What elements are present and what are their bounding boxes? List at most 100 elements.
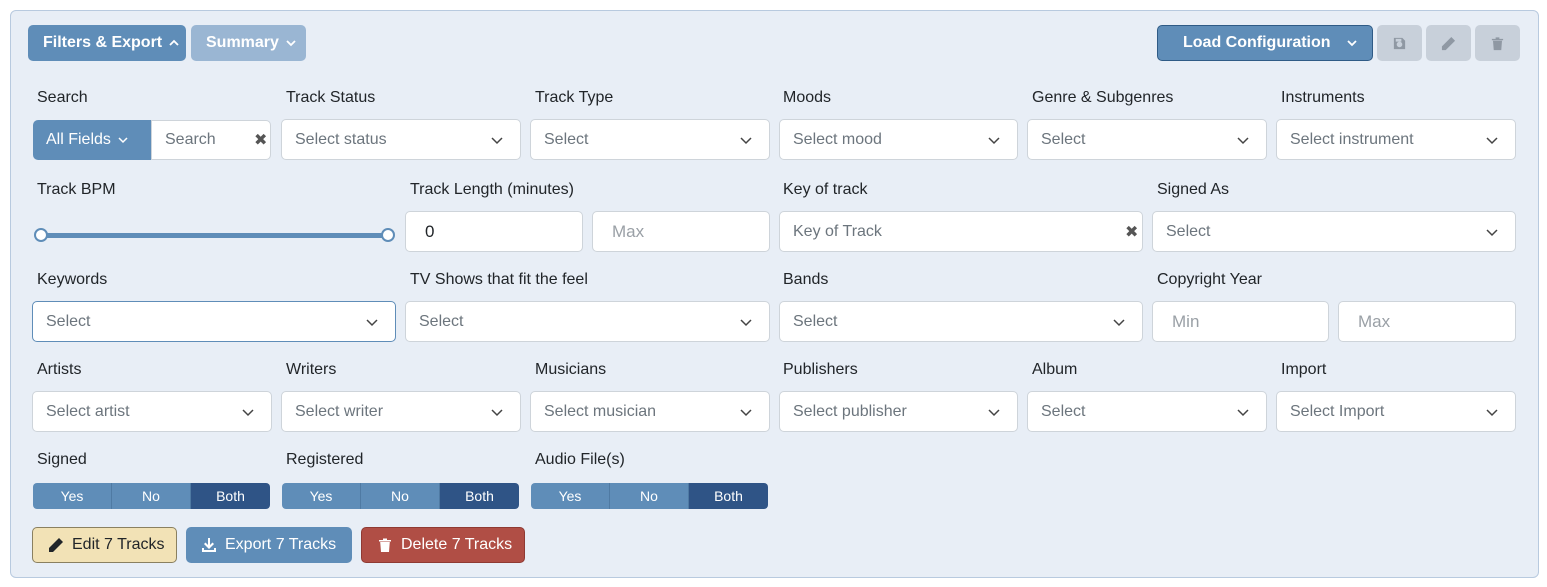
album-label: Album <box>1032 361 1078 378</box>
import-placeholder: Select Import <box>1290 402 1385 420</box>
save-configuration-button[interactable] <box>1377 25 1422 61</box>
chevron-down-icon <box>286 40 296 47</box>
key-label: Key of track <box>783 181 868 198</box>
copyright-min-input[interactable]: Min <box>1152 301 1329 342</box>
tv-shows-placeholder: Select <box>419 312 464 330</box>
registered-both-option[interactable]: Both <box>440 483 519 509</box>
instruments-select[interactable]: Select instrument <box>1276 119 1516 160</box>
artists-placeholder: Select artist <box>46 402 130 420</box>
keywords-placeholder: Select <box>46 312 91 330</box>
edit-configuration-button[interactable] <box>1426 25 1471 61</box>
registered-toggle-group: Yes No Both <box>282 483 519 509</box>
signed-no-option[interactable]: No <box>112 483 191 509</box>
instruments-placeholder: Select instrument <box>1290 130 1414 148</box>
import-select[interactable]: Select Import <box>1276 391 1516 432</box>
signed-both-option[interactable]: Both <box>191 483 270 509</box>
track-type-select[interactable]: Select <box>530 119 770 160</box>
musicians-placeholder: Select musician <box>544 402 657 420</box>
copyright-year-label: Copyright Year <box>1157 271 1262 288</box>
musicians-label: Musicians <box>535 361 607 378</box>
edit-tracks-label: Edit 7 Tracks <box>72 536 165 553</box>
save-icon <box>1393 37 1406 49</box>
moods-placeholder: Select mood <box>793 130 882 148</box>
filters-export-toggle-button[interactable]: Filters & Export <box>28 25 186 61</box>
summary-toggle-button[interactable]: Summary <box>191 25 306 61</box>
chevron-down-icon <box>740 409 752 417</box>
chevron-down-icon <box>1237 137 1249 145</box>
bands-label: Bands <box>783 271 829 288</box>
musicians-select[interactable]: Select musician <box>530 391 770 432</box>
track-type-label: Track Type <box>535 89 614 106</box>
writers-placeholder: Select writer <box>295 402 384 420</box>
moods-select[interactable]: Select mood <box>779 119 1018 160</box>
genre-label: Genre & Subgenres <box>1032 89 1174 106</box>
registered-yes-option[interactable]: Yes <box>282 483 361 509</box>
signed-yes-option[interactable]: Yes <box>33 483 112 509</box>
copyright-min-placeholder: Min <box>1172 311 1200 331</box>
signed-label: Signed <box>37 451 87 468</box>
search-label: Search <box>37 89 88 106</box>
audio-files-toggle-group: Yes No Both <box>531 483 768 509</box>
track-length-label: Track Length (minutes) <box>410 181 574 198</box>
bpm-label: Track BPM <box>37 181 116 198</box>
key-of-track-input[interactable]: Key of Track <box>779 211 1143 252</box>
pencil-icon <box>49 538 63 552</box>
track-status-placeholder: Select status <box>295 130 387 148</box>
bands-select[interactable]: Select <box>779 301 1143 342</box>
publishers-select[interactable]: Select publisher <box>779 391 1018 432</box>
artists-label: Artists <box>37 361 82 378</box>
album-select[interactable]: Select <box>1027 391 1267 432</box>
bpm-slider-track[interactable] <box>41 233 388 238</box>
track-status-select[interactable]: Select status <box>281 119 521 160</box>
copyright-max-placeholder: Max <box>1358 311 1391 331</box>
export-tracks-label: Export 7 Tracks <box>225 536 337 553</box>
filters-export-label: Filters & Export <box>43 34 163 51</box>
audio-files-yes-option[interactable]: Yes <box>531 483 610 509</box>
bpm-slider-max-handle[interactable] <box>381 228 395 242</box>
keywords-label: Keywords <box>37 271 108 288</box>
chevron-down-icon <box>1347 40 1357 47</box>
track-length-min-input[interactable]: 0 <box>405 211 583 252</box>
delete-tracks-button[interactable]: Delete 7 Tracks <box>361 527 525 563</box>
close-icon[interactable]: ✖ <box>254 130 267 150</box>
trash-icon <box>1491 36 1504 50</box>
audio-files-no-option[interactable]: No <box>610 483 689 509</box>
edit-tracks-button[interactable]: Edit 7 Tracks <box>32 527 177 563</box>
chevron-down-icon <box>118 137 128 144</box>
signed-as-label: Signed As <box>1157 181 1230 198</box>
bands-placeholder: Select <box>793 312 838 330</box>
copyright-max-input[interactable]: Max <box>1338 301 1516 342</box>
chevron-down-icon <box>366 319 378 327</box>
registered-no-option[interactable]: No <box>361 483 440 509</box>
moods-label: Moods <box>783 89 832 106</box>
audio-files-both-option[interactable]: Both <box>689 483 768 509</box>
tv-shows-select[interactable]: Select <box>405 301 770 342</box>
search-scope-dropdown[interactable]: All Fields <box>33 120 151 160</box>
keywords-select[interactable]: Select <box>32 301 396 342</box>
signed-toggle-group: Yes No Both <box>33 483 270 509</box>
audio-files-label: Audio File(s) <box>535 451 625 468</box>
load-configuration-label: Load Configuration <box>1183 34 1331 51</box>
summary-label: Summary <box>206 34 279 51</box>
signed-as-select[interactable]: Select <box>1152 211 1516 252</box>
search-placeholder: Search <box>165 131 216 148</box>
genre-select[interactable]: Select <box>1027 119 1267 160</box>
load-configuration-dropdown[interactable]: Load Configuration <box>1157 25 1373 61</box>
chevron-down-icon <box>491 409 503 417</box>
chevron-down-icon <box>491 137 503 145</box>
trash-icon <box>379 538 391 552</box>
chevron-down-icon <box>740 319 752 327</box>
delete-configuration-button[interactable] <box>1475 25 1520 61</box>
close-icon[interactable]: ✖ <box>1125 222 1138 242</box>
writers-select[interactable]: Select writer <box>281 391 521 432</box>
bpm-slider-min-handle[interactable] <box>34 228 48 242</box>
search-input[interactable]: Search <box>151 120 271 160</box>
chevron-down-icon <box>1113 319 1125 327</box>
album-placeholder: Select <box>1041 402 1086 420</box>
chevron-down-icon <box>1486 229 1498 237</box>
export-tracks-button[interactable]: Export 7 Tracks <box>186 527 352 563</box>
artists-select[interactable]: Select artist <box>32 391 272 432</box>
download-icon <box>202 538 216 552</box>
delete-tracks-label: Delete 7 Tracks <box>401 536 513 553</box>
track-length-max-input[interactable]: Max <box>592 211 770 252</box>
